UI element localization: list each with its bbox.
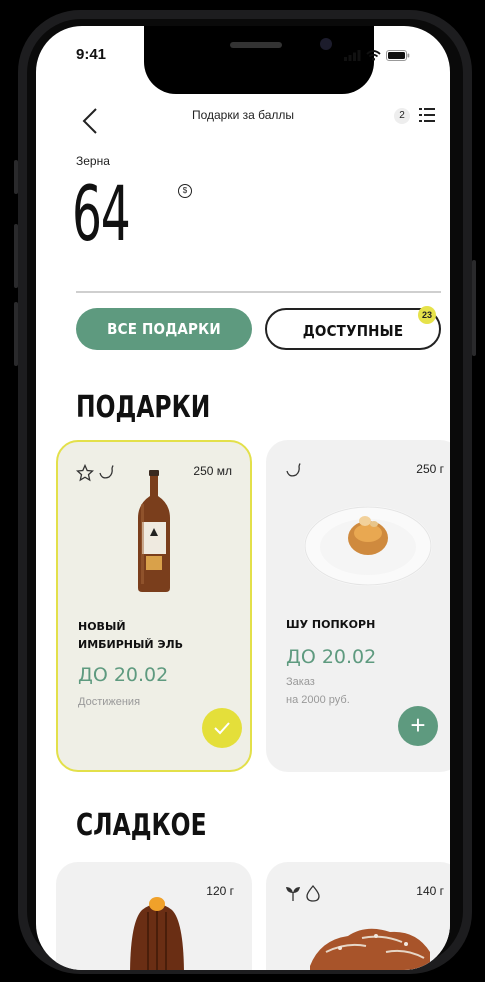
signal-icon: [344, 50, 361, 61]
sprout-icon: [286, 887, 300, 901]
card-size: 250 г: [416, 462, 444, 476]
card-valid-date: ДО 20.02: [78, 664, 169, 686]
list-count-badge: 2: [394, 108, 410, 124]
app-screen: 9:41 Подарки за баллы 2 Зерна 64 $ ВСЕ П…: [36, 26, 450, 970]
card-note-line1: Заказ: [286, 676, 315, 688]
status-icons: [344, 50, 410, 61]
card-size: 120 г: [206, 884, 234, 898]
card-icons: [284, 884, 321, 902]
card-note-line2: на 2000 руб.: [286, 694, 350, 706]
page-title: Подарки за баллы: [191, 108, 295, 122]
mute-switch: [14, 160, 18, 194]
pastry-image: [310, 928, 430, 970]
card-valid-date: ДО 20.02: [286, 646, 377, 668]
volume-up-button: [14, 224, 18, 288]
add-gift-button[interactable]: +: [398, 706, 438, 746]
card-name-line1: НОВЫЙ: [78, 620, 126, 633]
coin-icon: $: [178, 184, 192, 198]
battery-icon: [386, 50, 410, 61]
power-button: [472, 260, 476, 356]
selected-check-button[interactable]: [202, 708, 242, 748]
card-name: ШУ ПОПКОРН: [286, 618, 376, 631]
gift-card-ginger-ale[interactable]: 250 мл НОВЫЙ ИМБИРНЫЙ ЭЛЬ ДО 20.02 Дости…: [56, 440, 252, 772]
speaker: [230, 42, 282, 48]
card-icons: [284, 462, 302, 480]
canele-image: [130, 897, 184, 970]
balance-value: 64: [72, 169, 131, 258]
drop-icon: [306, 885, 320, 902]
check-icon: [214, 722, 230, 735]
pepper-icon: [286, 463, 301, 477]
divider: [76, 291, 441, 293]
front-camera: [320, 38, 332, 50]
section-title-gifts: ПОДАРКИ: [76, 390, 211, 425]
card-size: 140 г: [416, 884, 444, 898]
volume-down-button: [14, 302, 18, 366]
notch: [144, 26, 374, 94]
star-icon: [76, 464, 94, 482]
sweet-card-pastry[interactable]: 140 г: [266, 862, 450, 970]
tab-all-gifts[interactable]: ВСЕ ПОДАРКИ: [76, 308, 252, 350]
pepper-icon: [99, 465, 114, 479]
status-time: 9:41: [76, 46, 107, 63]
gift-card-choux-popcorn[interactable]: 250 г ШУ ПОПКОРН ДО 20.02 Заказ на 2000 …: [266, 440, 450, 772]
card-note: Достижения: [78, 696, 141, 708]
sweet-card-canele[interactable]: 120 г: [56, 862, 252, 970]
tab-available[interactable]: ДОСТУПНЫЕ: [265, 308, 441, 350]
available-count-badge: 23: [418, 306, 436, 324]
choux-plate-image: [304, 506, 432, 586]
balance-label: Зерна: [76, 154, 110, 168]
card-size: 250 мл: [193, 464, 232, 478]
list-icon[interactable]: [418, 106, 436, 124]
wifi-icon: [366, 50, 381, 61]
card-icons: [76, 464, 115, 482]
section-title-sweets: СЛАДКОЕ: [76, 808, 207, 843]
card-name-line2: ИМБИРНЫЙ ЭЛЬ: [78, 638, 184, 651]
ginger-ale-bottle-image: [138, 470, 170, 592]
